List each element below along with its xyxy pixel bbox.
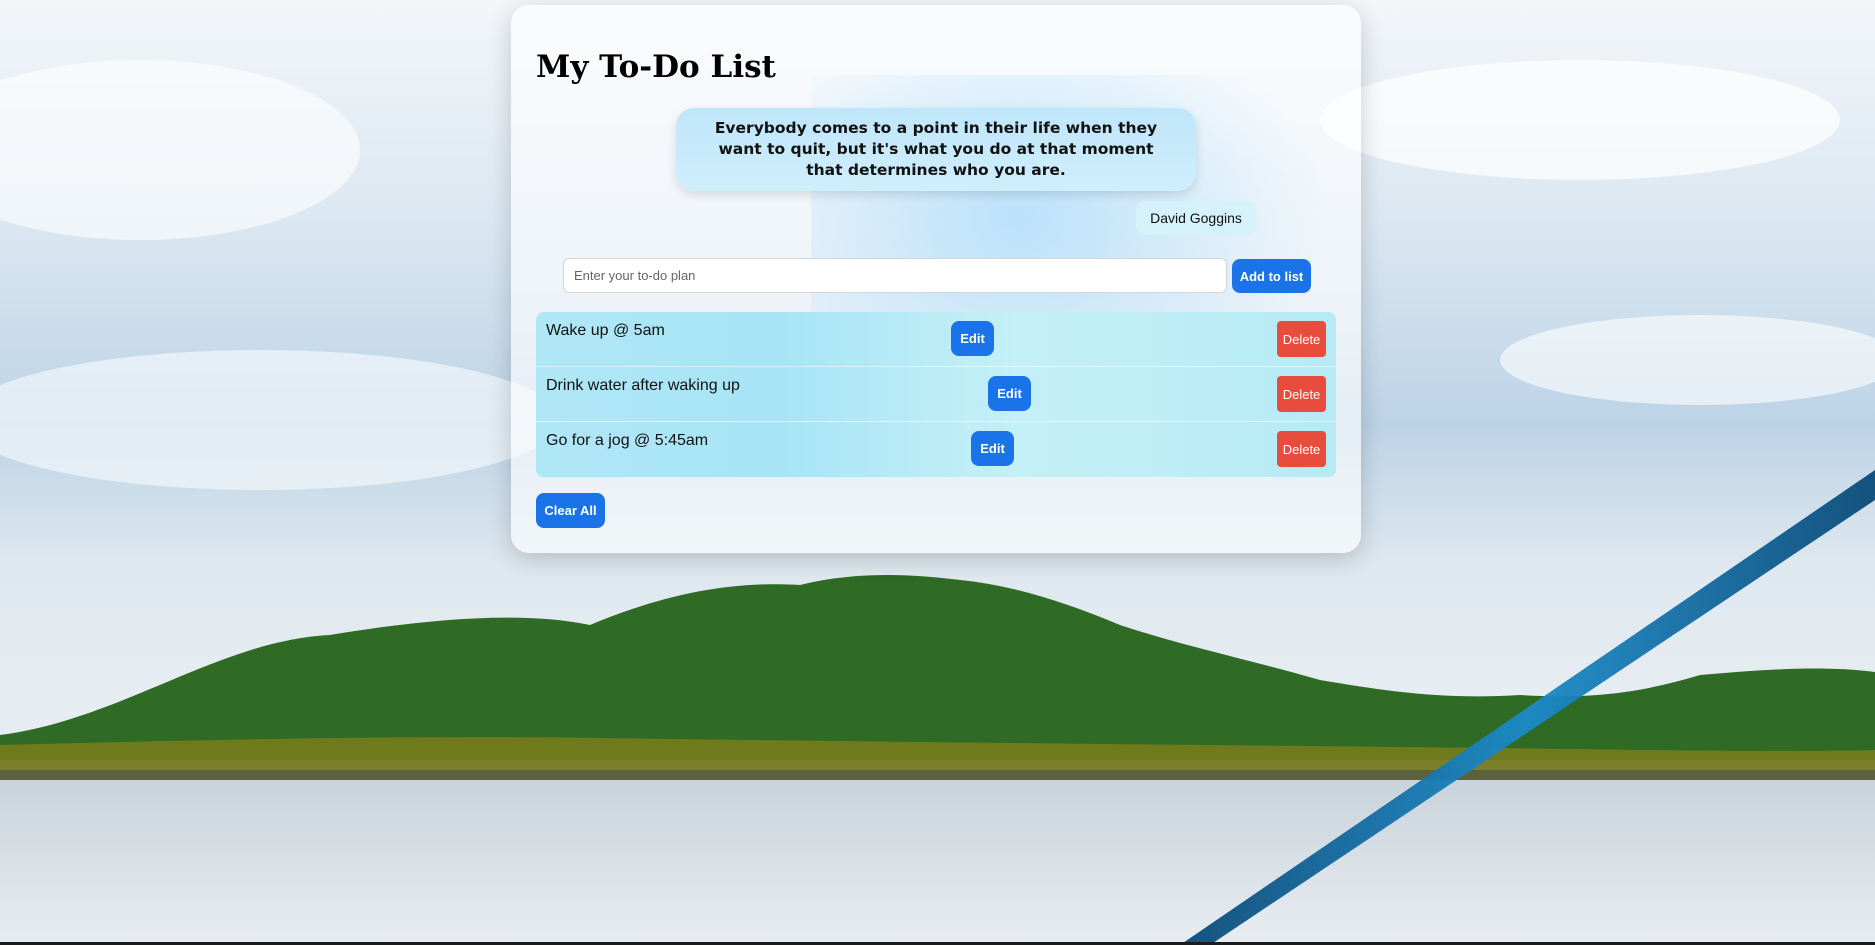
edit-button[interactable]: Edit xyxy=(951,321,994,356)
add-to-list-button[interactable]: Add to list xyxy=(1232,259,1311,293)
todo-list: Wake up @ 5am Edit Delete Drink water af… xyxy=(536,312,1336,478)
edit-button[interactable]: Edit xyxy=(988,376,1031,411)
quote-text: Everybody comes to a point in their life… xyxy=(714,119,1158,179)
edit-button[interactable]: Edit xyxy=(971,431,1014,466)
clear-all-button[interactable]: Clear All xyxy=(536,493,605,528)
page-title: My To-Do List xyxy=(536,49,776,85)
todo-item: Go for a jog @ 5:45am Edit Delete xyxy=(536,422,1336,478)
delete-button[interactable]: Delete xyxy=(1277,321,1326,357)
quote-author: David Goggins xyxy=(1136,201,1256,235)
todo-item-text: Go for a jog @ 5:45am xyxy=(546,432,709,449)
todo-item-text: Wake up @ 5am xyxy=(546,322,665,339)
todo-item: Wake up @ 5am Edit Delete xyxy=(536,312,1336,367)
page: My To-Do List Everybody comes to a point… xyxy=(0,0,1875,945)
delete-button[interactable]: Delete xyxy=(1277,376,1326,412)
todo-item: Drink water after waking up Edit Delete xyxy=(536,367,1336,422)
todo-card: My To-Do List Everybody comes to a point… xyxy=(511,5,1361,553)
delete-button[interactable]: Delete xyxy=(1277,431,1326,467)
todo-item-text: Drink water after waking up xyxy=(546,377,740,394)
todo-input[interactable] xyxy=(563,258,1227,293)
quote-box: Everybody comes to a point in their life… xyxy=(676,108,1196,191)
